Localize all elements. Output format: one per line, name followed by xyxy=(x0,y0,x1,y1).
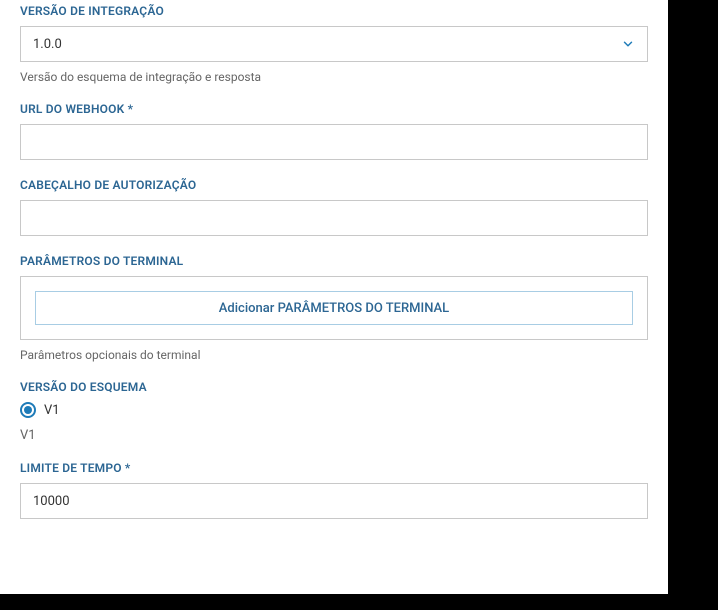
schema-version-group: VERSÃO DO ESQUEMA V1 V1 xyxy=(20,380,648,443)
auth-header-group: CABEÇALHO DE AUTORIZAÇÃO xyxy=(20,178,648,236)
integration-version-select[interactable]: 1.0.0 xyxy=(20,26,648,62)
terminal-params-group: PARÂMETROS DO TERMINAL Adicionar PARÂMET… xyxy=(20,254,648,362)
schema-version-option-label: V1 xyxy=(44,403,60,418)
integration-version-group: VERSÃO DE INTEGRAÇÃO 1.0.0 Versão do esq… xyxy=(20,4,648,84)
timeout-label: LIMITE DE TEMPO * xyxy=(20,461,648,475)
webhook-url-label: URL DO WEBHOOK * xyxy=(20,102,648,116)
webhook-url-input[interactable] xyxy=(20,124,648,160)
integration-version-helper: Versão do esquema de integração e respos… xyxy=(20,70,648,84)
schema-version-label: VERSÃO DO ESQUEMA xyxy=(20,380,648,394)
terminal-params-helper: Parâmetros opcionais do terminal xyxy=(20,348,648,362)
add-terminal-params-button[interactable]: Adicionar PARÂMETROS DO TERMINAL xyxy=(35,291,633,325)
auth-header-input[interactable] xyxy=(20,200,648,236)
chevron-down-icon xyxy=(621,37,635,51)
terminal-params-box: Adicionar PARÂMETROS DO TERMINAL xyxy=(20,276,648,340)
integration-version-label: VERSÃO DE INTEGRAÇÃO xyxy=(20,4,648,18)
settings-panel: VERSÃO DE INTEGRAÇÃO 1.0.0 Versão do esq… xyxy=(0,0,668,594)
schema-version-option[interactable]: V1 xyxy=(20,402,648,418)
radio-dot-icon xyxy=(24,406,32,414)
timeout-group: LIMITE DE TEMPO * xyxy=(20,461,648,519)
schema-version-desc: V1 xyxy=(20,428,648,443)
timeout-input[interactable] xyxy=(20,483,648,519)
terminal-params-label: PARÂMETROS DO TERMINAL xyxy=(20,254,648,268)
form-content: VERSÃO DE INTEGRAÇÃO 1.0.0 Versão do esq… xyxy=(0,0,668,539)
auth-header-label: CABEÇALHO DE AUTORIZAÇÃO xyxy=(20,178,648,192)
integration-version-value: 1.0.0 xyxy=(33,37,621,52)
webhook-url-group: URL DO WEBHOOK * xyxy=(20,102,648,160)
radio-icon xyxy=(20,402,36,418)
